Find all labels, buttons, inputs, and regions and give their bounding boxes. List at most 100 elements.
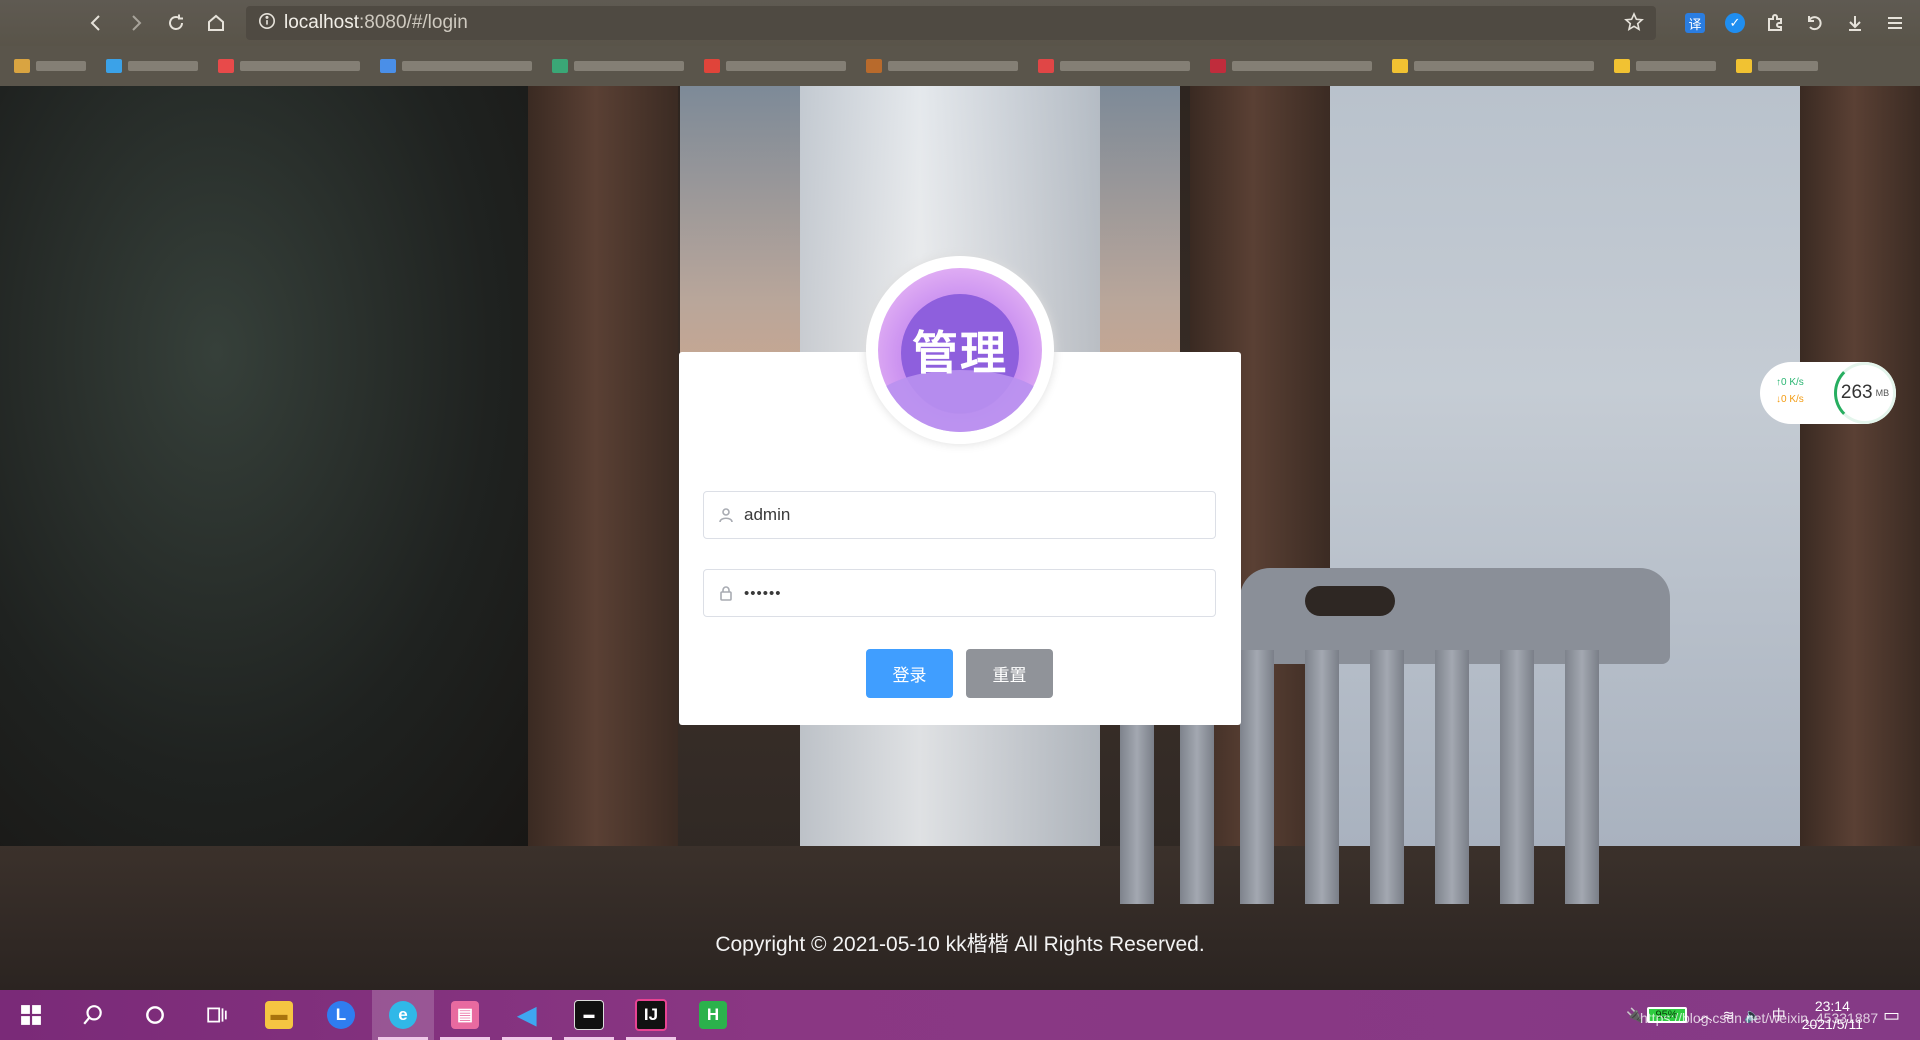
- taskbar-app-file-explorer[interactable]: ▬: [248, 990, 310, 1040]
- net-speed-widget[interactable]: ↑0 K/s ↓0 K/s 263 MB: [1760, 362, 1896, 424]
- translate-icon: 译: [1685, 13, 1705, 33]
- password-value: ••••••: [744, 584, 782, 602]
- upload-speed: ↑0 K/s: [1776, 377, 1804, 388]
- bookmark-item[interactable]: [14, 59, 86, 73]
- bookmark-label-blurred: [240, 61, 360, 71]
- background-chair-slat: [1565, 650, 1599, 904]
- vscode-icon: ◀: [517, 1001, 537, 1029]
- extensions-button[interactable]: [1758, 6, 1792, 40]
- undo-button[interactable]: [1798, 6, 1832, 40]
- bookmark-item[interactable]: [1038, 59, 1190, 73]
- download-speed: ↓0 K/s: [1776, 394, 1804, 405]
- copyright-text: Copyright © 2021-05-10 kk楷楷 All Rights R…: [715, 933, 1205, 956]
- taskbar-app-intellij[interactable]: IJ: [620, 990, 682, 1040]
- background-wood-post: [1800, 86, 1920, 886]
- back-icon: [90, 15, 100, 31]
- bookmark-item[interactable]: [704, 59, 846, 73]
- bookmark-item[interactable]: [1210, 59, 1372, 73]
- cortana-circle-icon: [146, 1006, 164, 1024]
- bookmark-favicon-icon: [14, 59, 30, 73]
- bookmark-item[interactable]: [106, 59, 198, 73]
- url-host: localhost: [284, 12, 359, 33]
- home-button[interactable]: [196, 3, 236, 43]
- url-path: :8080/#/login: [359, 12, 468, 33]
- bookmark-favicon-icon: [704, 59, 720, 73]
- background-chair-slat: [1305, 650, 1339, 904]
- translate-extension[interactable]: 译: [1678, 6, 1712, 40]
- memory-unit: MB: [1875, 388, 1890, 398]
- menu-button[interactable]: [1878, 6, 1912, 40]
- address-bar[interactable]: localhost:8080/#/login: [246, 6, 1656, 40]
- notification-icon[interactable]: ▭: [1883, 1005, 1900, 1026]
- taskbar-app-pink[interactable]: ▤: [434, 990, 496, 1040]
- search-icon: [83, 1005, 102, 1025]
- avatar-text: 管理: [912, 326, 1008, 380]
- forward-button[interactable]: [116, 3, 156, 43]
- bookmark-item[interactable]: [1736, 59, 1818, 73]
- terminal-icon: ▬: [574, 1000, 604, 1030]
- download-button[interactable]: [1838, 6, 1872, 40]
- reset-button[interactable]: 重置: [966, 649, 1053, 698]
- cortana-button[interactable]: [124, 990, 186, 1040]
- bookmark-item[interactable]: [218, 59, 360, 73]
- shield-icon: ✓: [1725, 13, 1745, 33]
- user-icon: [719, 508, 733, 523]
- password-input[interactable]: ••••••: [703, 569, 1216, 617]
- background-chair-slat: [1240, 650, 1274, 904]
- bookmark-label-blurred: [1060, 61, 1190, 71]
- bookmark-label-blurred: [128, 61, 198, 71]
- bookmark-label-blurred: [574, 61, 684, 71]
- bookmark-item[interactable]: [552, 59, 684, 73]
- reload-button[interactable]: [156, 3, 196, 43]
- bookmark-label-blurred: [726, 61, 846, 71]
- login-button[interactable]: 登录: [866, 649, 953, 698]
- bookmark-item[interactable]: [1614, 59, 1716, 73]
- bookmark-favicon-icon: [106, 59, 122, 73]
- back-button[interactable]: [76, 3, 116, 43]
- forward-icon: [132, 15, 142, 31]
- browser-e-icon: e: [389, 1001, 417, 1029]
- search-button[interactable]: [62, 990, 124, 1040]
- task-view-button[interactable]: [186, 990, 248, 1040]
- memory-usage-circle: 263 MB: [1834, 362, 1896, 424]
- bookmark-item[interactable]: [1392, 59, 1594, 73]
- username-value: admin: [744, 505, 791, 524]
- bookmark-label-blurred: [1758, 61, 1818, 71]
- background-wood-post: [528, 86, 678, 886]
- taskbar-app-hbuilder[interactable]: H: [682, 990, 744, 1040]
- puzzle-icon: [1768, 14, 1782, 31]
- taskbar-app-vscode[interactable]: ◀: [496, 990, 558, 1040]
- bookmark-favicon-icon: [866, 59, 882, 73]
- intellij-icon: IJ: [635, 999, 667, 1031]
- bookmark-item[interactable]: [380, 59, 532, 73]
- windows-logo-icon: [21, 1005, 41, 1025]
- bookmark-favicon-icon: [218, 59, 234, 73]
- bookmark-favicon-icon: [1392, 59, 1408, 73]
- lock-icon: [720, 586, 732, 601]
- taskbar-app-terminal[interactable]: ▬: [558, 990, 620, 1040]
- start-button[interactable]: [0, 990, 62, 1040]
- download-icon: [1849, 16, 1861, 31]
- bookmark-label-blurred: [36, 61, 86, 71]
- username-input[interactable]: admin: [703, 491, 1216, 539]
- taskbar-app-l[interactable]: L: [310, 990, 372, 1040]
- taskbar-app-browser[interactable]: e: [372, 990, 434, 1040]
- bookmark-item[interactable]: [866, 59, 1018, 73]
- info-icon: [258, 12, 276, 35]
- bookmark-label-blurred: [888, 61, 1018, 71]
- bookmark-favicon-icon: [552, 59, 568, 73]
- bookmark-star-icon[interactable]: [1624, 12, 1644, 37]
- bookmark-label-blurred: [1232, 61, 1372, 71]
- csdn-watermark: https://blog.csdn.net/weixin_45331887: [1640, 1010, 1879, 1026]
- bookmark-favicon-icon: [1210, 59, 1226, 73]
- hamburger-icon: [1888, 17, 1902, 29]
- reload-icon: [169, 14, 183, 30]
- bookmark-label-blurred: [402, 61, 532, 71]
- pink-app-icon: ▤: [451, 1001, 479, 1029]
- extension-toolbar: 译 ✓: [1678, 0, 1920, 46]
- logo-avatar: 管理: [878, 268, 1042, 432]
- url-text: localhost:8080/#/login: [284, 12, 468, 34]
- memory-value: 263: [1840, 382, 1873, 403]
- shield-extension[interactable]: ✓: [1718, 6, 1752, 40]
- bookmarks-bar: [0, 46, 1920, 86]
